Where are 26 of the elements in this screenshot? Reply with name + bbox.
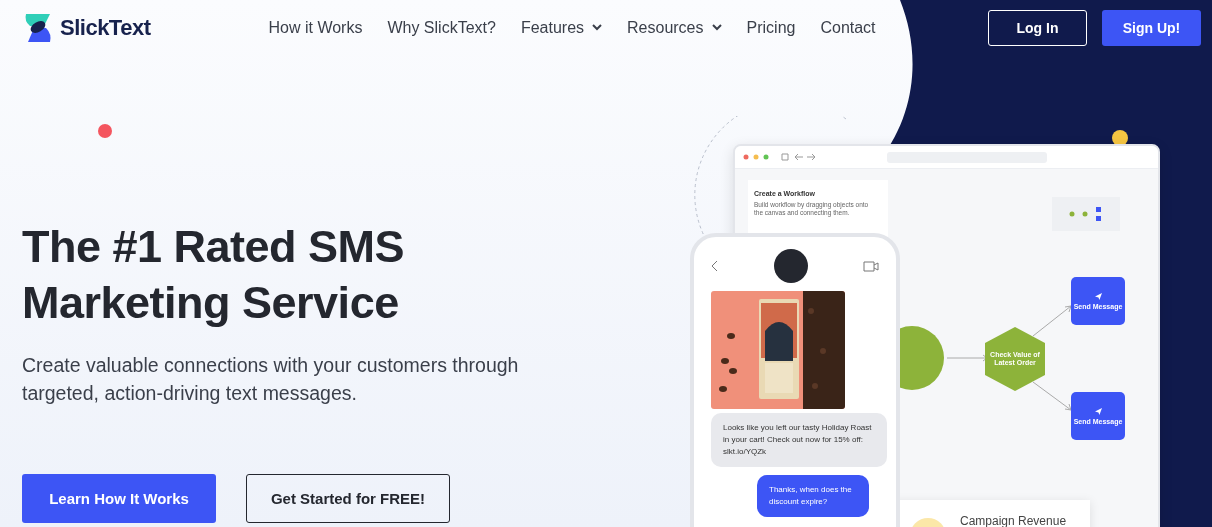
- message-bubble: Looks like you left our tasty Holiday Roast in your cart! Check out now for 15% off: slkt.io/YQZk: [711, 413, 887, 467]
- minimap-nodes-icon: [1069, 206, 1103, 222]
- chevron-down-icon: [592, 24, 603, 31]
- video-icon[interactable]: [863, 260, 879, 272]
- get-started-button[interactable]: Get Started for FREE!: [246, 474, 450, 523]
- login-button[interactable]: Log In: [988, 9, 1087, 46]
- hero-subtitle: Create valuable connections with your customers through targeted, action-driving text messages.: [22, 353, 520, 406]
- message-bubble: Thanks, when does the discount expire?: [757, 475, 869, 517]
- back-icon[interactable]: [711, 260, 718, 272]
- arrows-icon: [781, 153, 817, 161]
- nav-link[interactable]: Resources: [627, 18, 722, 37]
- nav-link[interactable]: Contact: [820, 18, 876, 37]
- hero-title: The #1 Rated SMS Marketing Service: [22, 220, 406, 330]
- send-icon: [1094, 292, 1102, 300]
- nav-link[interactable]: Features: [520, 18, 603, 37]
- learn-button[interactable]: Learn How It Works: [22, 474, 216, 523]
- decor-dot: [98, 124, 112, 138]
- chevron-down-icon: [711, 24, 722, 31]
- nav-link[interactable]: Why SlickText?: [387, 18, 496, 37]
- signup-button[interactable]: Sign Up!: [1102, 9, 1201, 46]
- card-title: Campaign Revenue: [960, 514, 1067, 527]
- nav-link[interactable]: Pricing: [746, 18, 796, 37]
- send-icon: [1094, 407, 1102, 415]
- brand-name: SlickText: [60, 14, 151, 41]
- nav-link[interactable]: How it Works: [268, 18, 363, 37]
- avatar-icon: [773, 249, 808, 283]
